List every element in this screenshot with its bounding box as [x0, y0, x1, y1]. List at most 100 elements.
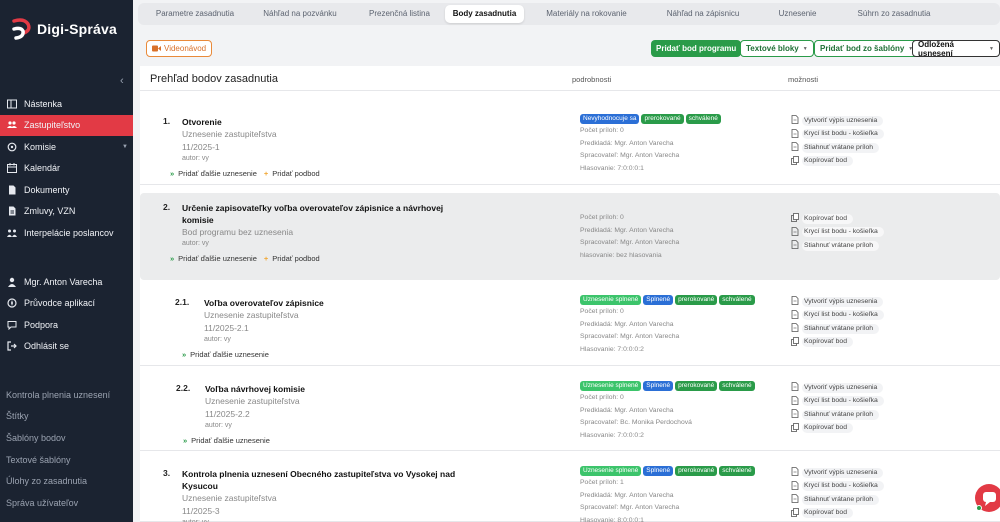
option-label: Vytvoriť výpis uznesenia — [802, 382, 884, 393]
option-link[interactable]: Vytvoriť výpis uznesenia — [791, 295, 884, 309]
tab-item[interactable]: Prezenčná listina — [354, 5, 445, 23]
online-indicator — [976, 505, 982, 511]
detail-line: Počet príloh: 0 — [580, 127, 624, 134]
option-label: Stiahnuť vrátane príloh — [802, 323, 880, 334]
agenda-point-row[interactable]: 1. Otvorenie Uznesenie zastupiteľstva 11/20… — [140, 99, 1000, 185]
deferred-resolutions-button[interactable]: Odložená usnesení ▼ — [912, 40, 1000, 58]
option-link[interactable]: Stiahnuť vrátane príloh — [791, 239, 884, 253]
option-link[interactable]: Kopírovať bod — [791, 422, 884, 436]
document-icon — [791, 395, 799, 407]
agenda-point-row[interactable]: 2.1. Voľba overovateľov zápisnice Uzneseni… — [140, 280, 1000, 366]
sidebar-item-3[interactable]: Kalendár — [0, 158, 133, 180]
chat-button[interactable] — [975, 484, 1000, 512]
secondary-nav-item[interactable]: Kontrola plnenia uznesení — [0, 384, 133, 406]
option-link[interactable]: Krycí list bodu - košieľka — [791, 128, 884, 142]
logout-icon — [7, 341, 17, 351]
option-link[interactable]: Krycí list bodu - košieľka — [791, 480, 884, 494]
point-title[interactable]: Voľba overovateľov zápisnice — [204, 297, 324, 309]
chevron-left-icon[interactable]: ‹ — [120, 75, 124, 87]
option-link[interactable]: Vytvoriť výpis uznesenia — [791, 466, 884, 480]
add-resolution-link[interactable]: Pridať ďalšie uznesenie — [191, 436, 270, 445]
detail-line: Počet príloh: 0 — [580, 214, 624, 221]
point-actions: » Pridať ďalšie uznesenie — [182, 350, 269, 359]
agenda-point-row[interactable]: 2.2. Voľba návrhovej komisie Uznesenie zas… — [140, 366, 1000, 451]
status-badge: schválené — [719, 466, 755, 476]
option-link[interactable]: Kopírovať bod — [791, 155, 884, 169]
text-blocks-label: Textové bloky — [746, 44, 799, 53]
tab-item[interactable]: Materiály na rokovanie — [524, 5, 649, 23]
secondary-nav-item[interactable]: Šablóny bodov — [0, 427, 133, 449]
tab-item[interactable]: Náhľad na pozvánku — [246, 5, 354, 23]
add-from-template-button[interactable]: Pridať bod zo šablóny ▼ — [814, 40, 920, 57]
option-link[interactable]: Vytvoriť výpis uznesenia — [791, 114, 884, 128]
user-item-2[interactable]: Podpora — [0, 314, 133, 336]
tab-item[interactable]: Body zasadnutia — [445, 5, 524, 23]
toolbar: Videonávod Pridať bod programu Textové b… — [133, 40, 1000, 58]
option-link[interactable]: Stiahnuť vrátane príloh — [791, 322, 884, 336]
secondary-nav-item[interactable]: Textové šablóny — [0, 449, 133, 471]
add-subpoint-link[interactable]: Pridať podbod — [272, 169, 319, 178]
option-link[interactable]: Stiahnuť vrátane príloh — [791, 493, 884, 507]
points-panel: Prehľad bodov zasadnutia podrobnosti mož… — [140, 66, 1000, 522]
secondary-nav-item[interactable]: Štítky — [0, 406, 133, 428]
option-link[interactable]: Stiahnuť vrátane príloh — [791, 408, 884, 422]
point-title[interactable]: komisie — [182, 214, 214, 226]
user-item-1[interactable]: Průvodce aplikací — [0, 293, 133, 315]
point-options: Vytvoriť výpis uznesenia Krycí list bodu … — [791, 466, 884, 520]
user-item-3[interactable]: Odhlásit se — [0, 336, 133, 358]
status-badge: schválené — [719, 381, 755, 391]
compass-icon — [7, 298, 17, 308]
option-label: Vytvoriť výpis uznesenia — [802, 296, 884, 307]
secondary-nav-item[interactable]: Správa užívateľov — [0, 492, 133, 514]
option-link[interactable]: Krycí list bodu - košieľka — [791, 226, 884, 240]
point-actions: » Pridať ďalšie uznesenie + Pridať podbod — [170, 169, 320, 178]
option-link[interactable]: Vytvoriť výpis uznesenia — [791, 381, 884, 395]
tab-item[interactable]: Súhrn zo zasadnutia — [838, 5, 950, 23]
point-title[interactable]: Voľba návrhovej komisie — [205, 383, 305, 395]
logo-mark-icon — [12, 18, 32, 40]
document-icon — [791, 309, 799, 321]
add-point-button[interactable]: Pridať bod programu — [651, 40, 742, 57]
user-item-0[interactable]: Mgr. Anton Varecha — [0, 271, 133, 293]
copy-icon — [791, 213, 799, 224]
status-badge: prerokované — [675, 466, 718, 476]
agenda-point-row[interactable]: 2. Určenie zapisovateľky voľba overovateľ… — [140, 193, 1000, 280]
option-link[interactable]: Kopírovať bod — [791, 212, 884, 226]
option-link[interactable]: Kopírovať bod — [791, 336, 884, 350]
agenda-point-row[interactable]: 3. Kontrola plnenia uznesení Obecného zas… — [140, 451, 1000, 522]
option-link[interactable]: Kopírovať bod — [791, 507, 884, 521]
sidebar-item-0[interactable]: Nástenka — [0, 93, 133, 115]
point-title[interactable]: Kysucou — [182, 480, 218, 492]
copy-icon — [791, 155, 799, 167]
point-title[interactable]: Kontrola plnenia uznesení Obecného zastu… — [182, 468, 455, 480]
secondary-nav-item[interactable]: Úlohy zo zasadnutia — [0, 470, 133, 492]
point-type: Bod programu bez uznesenia — [182, 227, 294, 237]
add-resolution-link[interactable]: Pridať ďalšie uznesenie — [190, 350, 269, 359]
document-icon — [791, 494, 799, 505]
sidebar-item-1[interactable]: Zastupiteľstvo — [0, 114, 133, 136]
point-title[interactable]: Určenie zapisovateľky voľba overovateľov… — [182, 202, 443, 214]
sidebar-item-5[interactable]: Zmluvy, VZN — [0, 201, 133, 223]
add-resolution-link[interactable]: Pridať ďalšie uznesenie — [178, 169, 257, 178]
point-options: Vytvoriť výpis uznesenia Krycí list bodu … — [791, 114, 884, 168]
option-label: Stiahnuť vrátane príloh — [802, 409, 880, 420]
app-logo[interactable]: Digi-Správa — [12, 18, 117, 40]
option-link[interactable]: Krycí list bodu - košieľka — [791, 395, 884, 409]
video-guide-button[interactable]: Videonávod — [146, 40, 213, 57]
add-subpoint-link[interactable]: Pridať podbod — [272, 254, 319, 263]
status-badge: prerokované — [675, 295, 718, 305]
tab-item[interactable]: Náhľad na zápisnicu — [649, 5, 757, 23]
option-link[interactable]: Krycí list bodu - košieľka — [791, 309, 884, 323]
point-title[interactable]: Otvorenie — [182, 116, 222, 128]
tab-item[interactable]: Parametre zasadnutia — [144, 5, 246, 23]
sidebar-item-2[interactable]: Komisie ▼ — [0, 136, 133, 158]
copy-icon — [791, 336, 799, 348]
add-resolution-link[interactable]: Pridať ďalšie uznesenie — [178, 254, 257, 263]
text-blocks-button[interactable]: Textové bloky ▼ — [740, 40, 814, 57]
sidebar-item-6[interactable]: Interpelácie poslancov — [0, 222, 133, 244]
add-point-label: Pridať bod programu — [656, 44, 737, 53]
add-from-template-label: Pridať bod zo šablóny — [820, 44, 905, 53]
tab-item[interactable]: Uznesenie — [757, 5, 838, 23]
option-link[interactable]: Stiahnuť vrátane príloh — [791, 141, 884, 155]
sidebar-item-4[interactable]: Dokumenty — [0, 179, 133, 201]
